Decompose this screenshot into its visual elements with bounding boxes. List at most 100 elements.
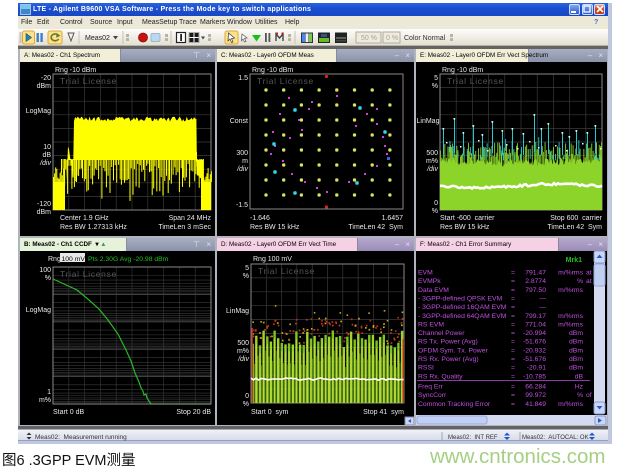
- svg-text:=: =: [511, 278, 515, 285]
- svg-text:Freq Err: Freq Err: [418, 384, 444, 391]
- svg-text:Stop 20 dB: Stop 20 dB: [176, 409, 211, 416]
- svg-text:Color Normal: Color Normal: [404, 35, 446, 42]
- svg-text:=: =: [511, 365, 515, 372]
- svg-text:%: %: [432, 208, 438, 215]
- svg-text:Pts 2.30G Avg -20.98 dBm: Pts 2.30G Avg -20.98 dBm: [88, 256, 169, 263]
- svg-text:=: =: [511, 347, 515, 354]
- svg-text:1: 1: [47, 389, 51, 396]
- svg-text:Rng -10 dBm: Rng -10 dBm: [252, 67, 293, 74]
- svg-text:5: 5: [245, 265, 249, 272]
- svg-text:LinMag: LinMag: [226, 308, 249, 315]
- svg-text:500: 500: [237, 340, 249, 347]
- svg-text:dBm: dBm: [569, 365, 583, 372]
- svg-text:/div: /div: [237, 356, 249, 363]
- svg-text:99.972: 99.972: [525, 392, 546, 399]
- svg-text:799.17: 799.17: [525, 313, 546, 320]
- svg-text:Res BW 1.27313 kHz: Res BW 1.27313 kHz: [60, 224, 127, 231]
- svg-text:/div: /div: [426, 166, 438, 173]
- svg-text:Trial License: Trial License: [257, 76, 314, 86]
- svg-text:0: 0: [245, 393, 249, 400]
- svg-text:-20: -20: [41, 75, 51, 82]
- svg-text:m/%rms: m/%rms: [558, 401, 584, 408]
- svg-text:Start 0 sym: Start 0 sym: [251, 409, 289, 416]
- svg-text:m: m: [242, 158, 248, 165]
- svg-text:m%: m%: [426, 158, 438, 165]
- svg-text:5: 5: [434, 75, 438, 82]
- svg-text:Rng -10 dBm: Rng -10 dBm: [55, 67, 96, 74]
- svg-text:%: %: [243, 273, 249, 280]
- svg-text:RS Rx. Quality: RS Rx. Quality: [418, 373, 463, 380]
- svg-text:=: =: [511, 339, 515, 346]
- svg-text:Trial License: Trial License: [258, 266, 315, 276]
- svg-text:dBm: dBm: [569, 339, 583, 346]
- svg-text:Trial License: Trial License: [447, 76, 504, 86]
- svg-text:Span 24 MHz: Span 24 MHz: [169, 215, 212, 222]
- svg-text:Rng -10 dBm: Rng -10 dBm: [442, 67, 483, 74]
- svg-text:at: at: [586, 270, 592, 277]
- svg-text:797.50: 797.50: [525, 287, 546, 294]
- svg-text:Meas02: Meas02: [85, 35, 110, 42]
- svg-text:-20.994: -20.994: [523, 330, 546, 337]
- svg-text:771.04: 771.04: [525, 321, 546, 328]
- svg-text:OFDM Sym. Tx. Power: OFDM Sym. Tx. Power: [418, 347, 488, 354]
- svg-text:1.5: 1.5: [238, 75, 248, 82]
- svg-text:m%: m%: [39, 397, 51, 404]
- svg-text:-10.785: -10.785: [523, 373, 546, 380]
- svg-text:0 %: 0 %: [386, 35, 398, 42]
- svg-text:=: =: [511, 401, 515, 408]
- svg-text:SyncCorr: SyncCorr: [418, 392, 447, 399]
- svg-text:TimeLen 3 mSec: TimeLen 3 mSec: [158, 224, 211, 231]
- svg-text:66.284: 66.284: [525, 384, 546, 391]
- svg-text:=: =: [511, 313, 515, 320]
- svg-text:-51.676: -51.676: [523, 356, 546, 363]
- svg-text:RS EVM: RS EVM: [418, 321, 444, 328]
- svg-text:Data EVM: Data EVM: [418, 287, 449, 294]
- svg-text:Start -600 carrier: Start -600 carrier: [440, 215, 495, 222]
- svg-text:Const: Const: [230, 118, 248, 125]
- svg-text:%: %: [577, 392, 583, 399]
- svg-text:RS Rx. Power (Avg): RS Rx. Power (Avg): [418, 356, 479, 363]
- svg-text:0: 0: [434, 200, 438, 207]
- svg-text:- 3GPP-defined 64QAM EVM: - 3GPP-defined 64QAM EVM: [418, 313, 507, 320]
- svg-text:Mrk1: Mrk1: [566, 257, 582, 264]
- svg-text:791.47: 791.47: [525, 270, 546, 277]
- svg-text:Rng: Rng: [48, 256, 61, 263]
- svg-text:2.8774: 2.8774: [525, 278, 546, 285]
- svg-text:%: %: [432, 83, 438, 90]
- svg-text:=: =: [511, 330, 515, 337]
- svg-text:100 mV: 100 mV: [62, 256, 86, 263]
- svg-text:at: at: [586, 278, 592, 285]
- svg-text:Common Tracking Error: Common Tracking Error: [418, 401, 491, 408]
- svg-text:dBm: dBm: [37, 209, 52, 216]
- svg-text:dB: dB: [42, 152, 51, 159]
- svg-text:-20.91: -20.91: [527, 365, 546, 372]
- svg-text:=: =: [511, 392, 515, 399]
- svg-text:Stop 41 sym: Stop 41 sym: [363, 409, 404, 416]
- svg-text:Res BW 15 kHz: Res BW 15 kHz: [440, 224, 490, 231]
- svg-text:EVM: EVM: [418, 270, 433, 277]
- svg-text:Center 1.9 GHz: Center 1.9 GHz: [60, 215, 109, 222]
- svg-text:—: —: [539, 304, 546, 311]
- svg-text:dBm: dBm: [569, 347, 583, 354]
- svg-text:=: =: [511, 304, 515, 311]
- svg-text:1.6457: 1.6457: [382, 215, 404, 222]
- svg-text:LinMag: LinMag: [417, 118, 440, 125]
- svg-text:m/%rms: m/%rms: [558, 321, 584, 328]
- svg-text:-51.676: -51.676: [523, 339, 546, 346]
- svg-text:%: %: [45, 275, 51, 282]
- svg-text:=: =: [511, 270, 515, 277]
- svg-text:300: 300: [236, 150, 248, 157]
- svg-text:m/%rms: m/%rms: [558, 270, 584, 277]
- svg-text:%: %: [577, 278, 583, 285]
- svg-text:LogMag: LogMag: [26, 108, 51, 115]
- svg-text:—: —: [539, 295, 546, 302]
- svg-text:-20.932: -20.932: [523, 347, 546, 354]
- svg-text:=: =: [511, 321, 515, 328]
- svg-text:Trial License: Trial License: [60, 269, 117, 279]
- svg-text:- 3GPP-defined QPSK EVM: - 3GPP-defined QPSK EVM: [418, 295, 503, 302]
- svg-text:-1.5: -1.5: [236, 202, 248, 209]
- svg-text:=: =: [511, 295, 515, 302]
- svg-text:RS Tx. Power (Avg): RS Tx. Power (Avg): [418, 339, 478, 346]
- svg-text:EVMPk: EVMPk: [418, 278, 441, 285]
- svg-text:%: %: [243, 401, 249, 408]
